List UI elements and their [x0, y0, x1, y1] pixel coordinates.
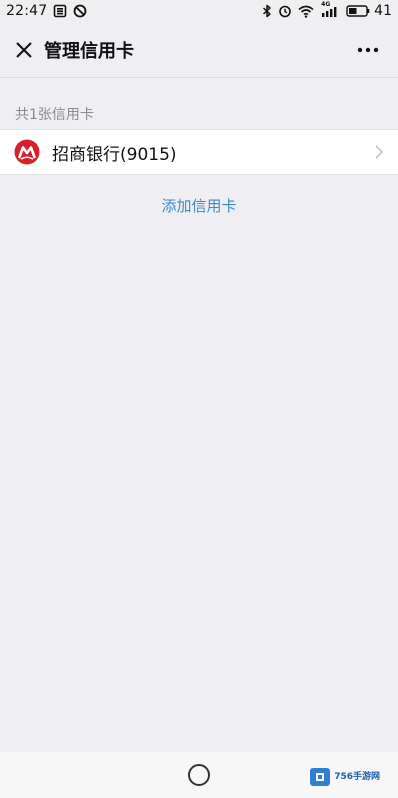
- cmb-logo-icon: [14, 139, 40, 165]
- watermark-text: 756手游网: [334, 771, 380, 782]
- status-left: 22:47: [6, 3, 87, 19]
- status-right: 4G 41: [262, 1, 392, 19]
- chevron-right-icon: [374, 144, 384, 160]
- more-button[interactable]: [348, 30, 388, 70]
- navigation-bar: 756手游网: [0, 752, 398, 798]
- wifi-icon: [298, 5, 314, 18]
- add-credit-card-link[interactable]: 添加信用卡: [0, 195, 398, 216]
- home-button[interactable]: [188, 764, 210, 786]
- battery-indicator: 41: [346, 3, 392, 19]
- page-header: 管理信用卡: [0, 22, 398, 78]
- card-count-label: 共1张信用卡: [15, 107, 94, 123]
- dnd-icon: [73, 4, 87, 18]
- credit-card-row[interactable]: 招商银行(9015): [0, 129, 398, 175]
- status-bar: 22:47 4G 41: [0, 0, 398, 22]
- watermark: 756手游网: [310, 768, 380, 786]
- close-icon: [16, 41, 32, 58]
- battery-icon: [346, 5, 370, 17]
- close-button[interactable]: [4, 30, 44, 70]
- watermark-logo-icon: [310, 768, 331, 786]
- battery-level: 41: [374, 3, 392, 19]
- more-icon: [357, 47, 379, 53]
- network-label: 4G: [321, 1, 331, 8]
- alarm-icon: [278, 4, 292, 18]
- sim-icon: [53, 4, 67, 18]
- bluetooth-icon: [262, 4, 272, 18]
- signal-icon: 4G: [320, 1, 340, 18]
- page-title: 管理信用卡: [44, 40, 134, 62]
- bank-name: 招商银行(9015): [52, 144, 177, 165]
- status-time: 22:47: [6, 3, 48, 19]
